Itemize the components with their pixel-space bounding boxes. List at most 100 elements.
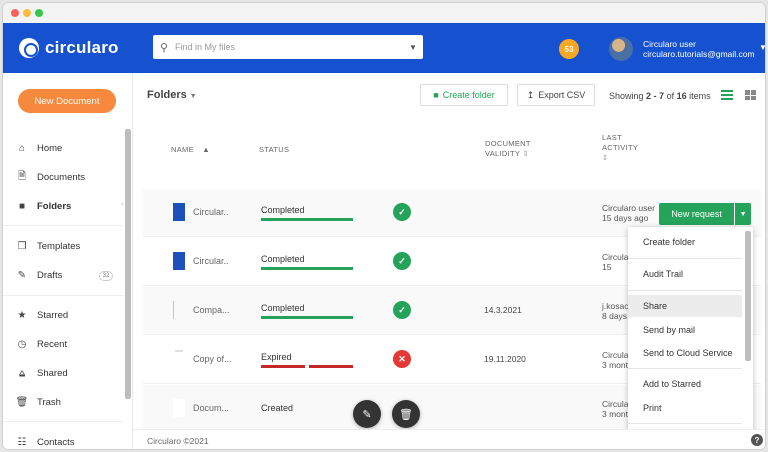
list-view-icon[interactable] [721, 90, 733, 100]
status-label: Completed [261, 254, 305, 264]
minimize-window-button[interactable] [23, 9, 31, 17]
actions-dropdown-menu: Create folder Audit Trail Share Send by … [628, 227, 753, 449]
menu-scrollbar[interactable] [745, 231, 751, 361]
sidebar-item-label: Folders [37, 200, 72, 212]
activity-header-line1: LAST [602, 133, 622, 142]
activity-user: j.kosac [602, 301, 629, 311]
templates-icon: ❐ [17, 240, 27, 252]
copyright-text: Circularo ©2021 [147, 436, 209, 446]
sidebar-item-home[interactable]: ⌂ Home [15, 139, 62, 157]
sidebar-item-drafts[interactable]: ✎ Drafts [15, 266, 63, 284]
delete-button[interactable]: 🗑 [392, 400, 420, 428]
breadcrumb[interactable]: Folders ▼ [147, 89, 197, 101]
last-activity: Circula 3 mont [602, 350, 628, 370]
sidebar-item-label: Recent [37, 338, 68, 350]
trash-icon: 🗑 [399, 408, 413, 421]
edit-button[interactable]: ✎ [353, 400, 381, 428]
sidebar-item-folders[interactable]: ■ Folders [15, 197, 71, 215]
menu-item-create-folder[interactable]: Create folder [628, 231, 742, 253]
maximize-window-button[interactable] [35, 9, 43, 17]
menu-divider [628, 258, 742, 259]
grid-view-icon[interactable] [745, 90, 756, 100]
menu-item-print[interactable]: Print [628, 397, 742, 419]
sidebar: New Document ⌂ Home 🗎 Documents ■ Folder… [3, 73, 133, 449]
check-icon: ✓ [393, 301, 411, 319]
sidebar-item-documents[interactable]: 🗎 Documents [15, 168, 85, 186]
validity-header-line2: VALIDITY ⇕ [485, 149, 530, 158]
sidebar-scrollbar[interactable] [125, 129, 131, 399]
showing-of: of [666, 91, 675, 101]
column-header-activity[interactable]: LAST ACTIVITY ⇕ [602, 133, 638, 163]
new-request-menu-toggle[interactable]: ▼ [735, 203, 751, 225]
sort-icon: ⇕ [602, 153, 609, 162]
validity-date: 19.11.2020 [484, 354, 526, 364]
status-progress-bar [261, 218, 353, 221]
app-window: circularo ⚲ Find in My files ▼ 53 Circul… [2, 2, 766, 450]
new-document-button[interactable]: New Document [18, 89, 116, 113]
column-header-validity[interactable]: DOCUMENT VALIDITY ⇕ [485, 139, 531, 159]
sidebar-divider [3, 295, 123, 296]
column-header-status[interactable]: STATUS [259, 145, 289, 155]
avatar[interactable] [609, 37, 633, 61]
sidebar-item-templates[interactable]: ❐ Templates [15, 237, 81, 255]
footer: Circularo ©2021 ? [133, 429, 765, 449]
sidebar-item-label: Templates [37, 240, 81, 252]
clock-icon: ◷ [17, 338, 27, 350]
chevron-down-icon[interactable]: ▼ [759, 43, 765, 52]
create-folder-button[interactable]: ■ Create folder [420, 84, 508, 106]
sidebar-item-starred[interactable]: ★ Starred [15, 306, 69, 324]
search-input[interactable]: Find in My files [175, 42, 403, 52]
new-request-button[interactable]: New request [659, 203, 735, 225]
sidebar-item-recent[interactable]: ◷ Recent [15, 335, 67, 353]
status-progress-bar [261, 316, 353, 319]
last-activity: Circula 15 [602, 252, 628, 272]
activity-user: Circularo user [602, 203, 655, 213]
breadcrumb-folders: Folders [147, 89, 187, 101]
sidebar-item-label: Trash [37, 396, 61, 408]
close-window-button[interactable] [11, 9, 19, 17]
collapse-sidebar-icon[interactable]: ‹ [121, 199, 124, 208]
edit-icon: ✎ [17, 269, 27, 281]
file-name[interactable]: Compa... [193, 305, 230, 315]
brand-logo[interactable]: circularo [19, 36, 119, 60]
menu-item-send-by-mail[interactable]: Send by mail [628, 319, 742, 341]
menu-item-audit-trail[interactable]: Audit Trail [628, 263, 742, 285]
sidebar-item-label: Drafts [37, 269, 63, 281]
showing-prefix: Showing [609, 91, 644, 101]
user-info[interactable]: Circularo user circularo.tutorials@gmail… [643, 39, 755, 59]
file-name[interactable]: Circular.. [193, 207, 229, 217]
trash-icon: 🗑 [15, 396, 29, 408]
sidebar-item-trash[interactable]: 🗑 Trash [15, 393, 61, 411]
name-header-label: NAME [171, 145, 194, 154]
status-label: Completed [261, 205, 305, 215]
status-label: Created [261, 403, 294, 413]
file-name[interactable]: Copy of... [193, 354, 232, 364]
activity-user: Circula [602, 350, 629, 360]
search-box[interactable]: ⚲ Find in My files ▼ [153, 35, 423, 59]
column-header-name[interactable]: NAME ▲ [171, 145, 210, 155]
last-activity: Circula 3 mont [602, 399, 628, 419]
file-name[interactable]: Docum... [193, 403, 229, 413]
export-csv-label: Export CSV [538, 90, 586, 100]
sidebar-item-contacts[interactable]: ☷ Contacts [15, 433, 75, 449]
chevron-down-icon: ▼ [189, 93, 197, 100]
file-name[interactable]: Circular.. [193, 256, 229, 266]
sidebar-item-label: Contacts [37, 436, 75, 448]
activity-time: 3 mont [602, 360, 628, 370]
last-activity: Circularo user 15 days ago [602, 203, 655, 223]
menu-item-send-to-cloud[interactable]: Send to Cloud Service [628, 342, 742, 364]
notification-badge[interactable]: 53 [559, 39, 579, 59]
activity-time: 3 mont [602, 409, 628, 419]
showing-total: 16 [676, 91, 687, 101]
export-csv-button[interactable]: ↥ Export CSV [517, 84, 595, 106]
search-scope-dropdown[interactable]: ▼ [403, 43, 423, 52]
sidebar-item-label: Shared [37, 367, 68, 379]
document-thumbnail-icon [175, 350, 183, 368]
showing-suffix: items [689, 91, 711, 101]
sidebar-item-shared[interactable]: ⩠ Shared [15, 364, 68, 382]
menu-item-share[interactable]: Share [628, 295, 742, 317]
last-activity: j.kosac 8 days [602, 301, 628, 321]
status-label: Completed [261, 303, 305, 313]
help-icon[interactable]: ? [751, 434, 763, 446]
menu-item-add-to-starred[interactable]: Add to Starred [628, 373, 742, 395]
